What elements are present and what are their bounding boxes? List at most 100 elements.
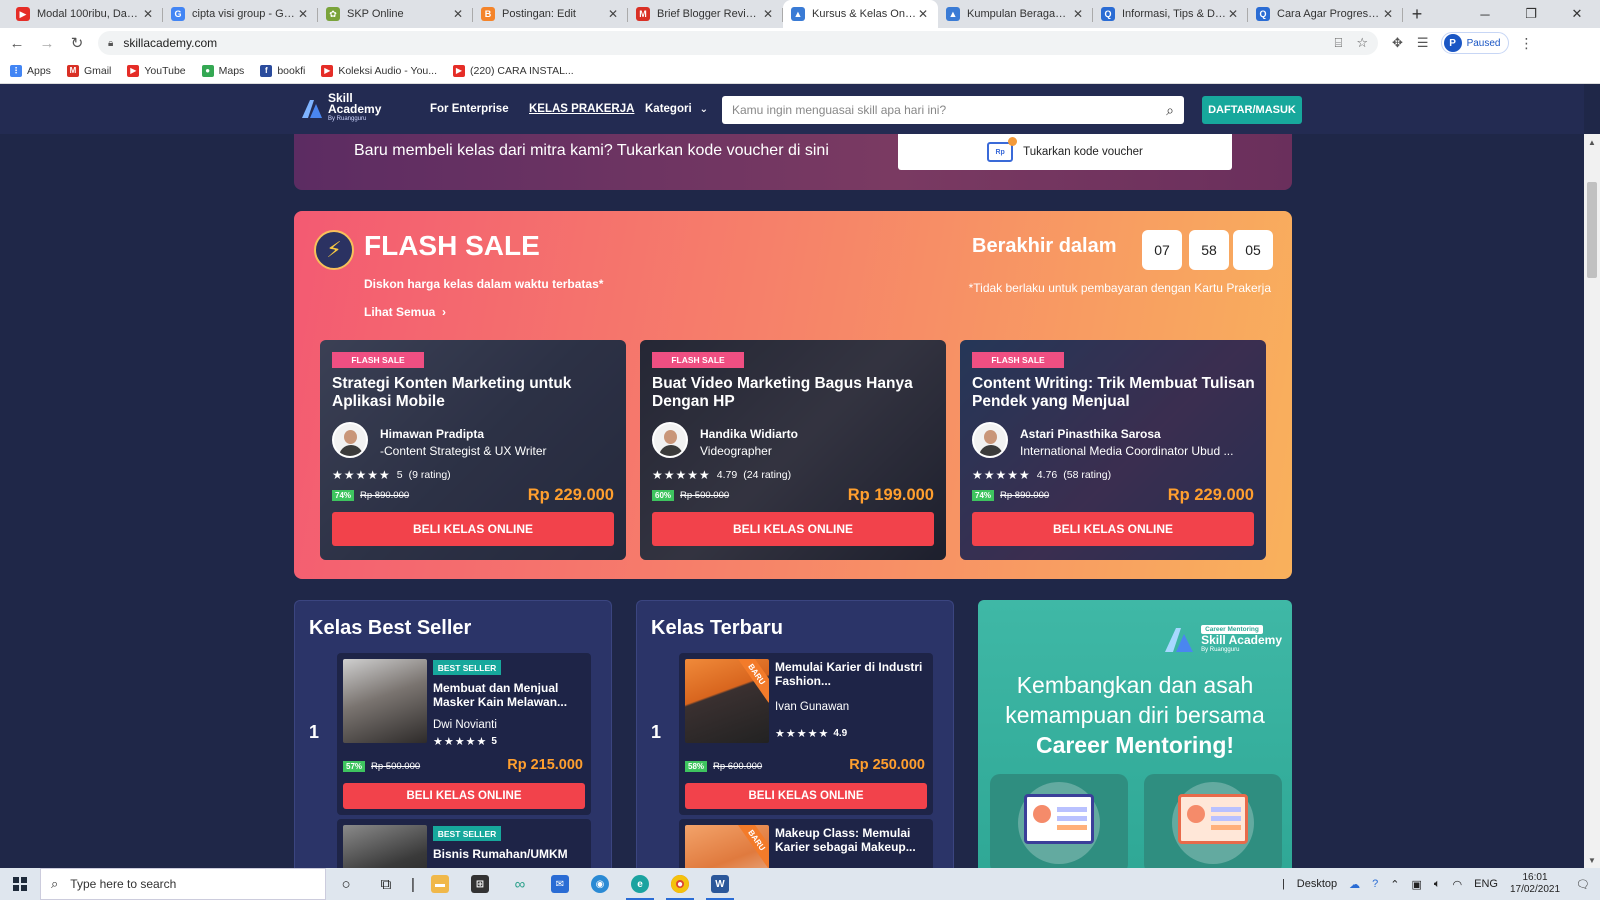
start-button[interactable] xyxy=(0,868,40,900)
scroll-down-icon[interactable]: ▼ xyxy=(1584,852,1600,868)
skill-academy-logo[interactable]: Skill Academy By Ruangguru xyxy=(300,92,388,123)
list-item[interactable]: BEST SELLER Bisnis Rumahan/UMKM xyxy=(337,819,591,868)
notifications-icon[interactable]: 🗨︎ xyxy=(1576,878,1590,891)
daftar-masuk-button[interactable]: DAFTAR/MASUK xyxy=(1202,96,1302,124)
discount-info: 60% Rp 500.000 xyxy=(652,490,729,501)
course-title[interactable]: Memulai Karier di Industri Fashion... xyxy=(775,660,925,688)
scroll-up-icon[interactable]: ▲ xyxy=(1584,134,1600,150)
course-title[interactable]: Content Writing: Trik Membuat Tulisan Pe… xyxy=(972,375,1258,411)
nav-for-enterprise[interactable]: For Enterprise xyxy=(430,84,509,134)
profile-button[interactable]: P Paused xyxy=(1440,32,1510,54)
course-title[interactable]: Strategi Konten Marketing untuk Aplikasi… xyxy=(332,375,618,411)
flash-sale-card[interactable]: FLASH SALE Content Writing: Trik Membuat… xyxy=(960,340,1266,560)
close-tab-icon[interactable]: ✕ xyxy=(141,7,155,21)
forward-icon[interactable]: → xyxy=(34,30,60,56)
tab-title: cipta visi group - Goog xyxy=(192,8,296,20)
file-explorer-icon[interactable]: ▬ xyxy=(420,868,460,900)
infinity-app-icon[interactable]: ∞ xyxy=(500,868,540,900)
see-all-link[interactable]: Lihat Semua › xyxy=(364,305,446,319)
browser-tab[interactable]: M Brief Blogger Review Sk✕ xyxy=(628,0,783,28)
close-tab-icon[interactable]: ✕ xyxy=(296,7,310,21)
close-tab-icon[interactable]: ✕ xyxy=(1071,7,1085,21)
tray-chevron-icon[interactable]: ⌃ xyxy=(1390,878,1399,891)
address-bar[interactable]: 🔒︎ skillacademy.com ⌸ ☆ xyxy=(98,31,1378,55)
chrome-icon[interactable]: ● xyxy=(660,868,700,900)
bookmark-item[interactable]: ▶ YouTube xyxy=(127,64,186,77)
buy-course-button[interactable]: BELI KELAS ONLINE xyxy=(685,783,927,809)
course-title[interactable]: Buat Video Marketing Bagus Hanya Dengan … xyxy=(652,375,938,411)
career-mentoring-banner[interactable]: Career Mentoring Skill Academy By Ruangg… xyxy=(978,600,1292,868)
store-icon[interactable]: ⊞ xyxy=(460,868,500,900)
close-tab-icon[interactable]: ✕ xyxy=(916,7,930,21)
mail-icon[interactable]: ✉ xyxy=(540,868,580,900)
new-tab-button[interactable]: + xyxy=(1403,0,1431,28)
list-item[interactable]: BEST SELLER Membuat dan Menjual Masker K… xyxy=(337,653,591,815)
reading-list-icon[interactable]: ☰ xyxy=(1417,35,1429,51)
discount-badge: 74% xyxy=(332,490,355,501)
task-view-icon[interactable]: ⧉ xyxy=(366,868,406,900)
buy-course-button[interactable]: BELI KELAS ONLINE xyxy=(332,512,614,546)
page-scrollbar[interactable]: ▲ ▼ xyxy=(1584,134,1600,868)
bookmark-item[interactable]: M Gmail xyxy=(66,64,111,77)
bookmark-item[interactable]: f bookfi xyxy=(260,64,305,77)
flash-sale-card[interactable]: FLASH SALE Buat Video Marketing Bagus Ha… xyxy=(640,340,946,560)
desktop-toolbar[interactable]: Desktop xyxy=(1297,878,1337,890)
browser-tab[interactable]: Q Informasi, Tips & Dafta ✕ xyxy=(1093,0,1248,28)
cloud-app-icon[interactable]: ◉ xyxy=(580,868,620,900)
scroll-thumb[interactable] xyxy=(1587,182,1597,278)
list-item[interactable]: BARU Memulai Karier di Industri Fashion.… xyxy=(679,653,933,815)
browser-tab[interactable]: Q Cara Agar Progress Kel✕ xyxy=(1248,0,1403,28)
close-tab-icon[interactable]: ✕ xyxy=(451,7,465,21)
clock[interactable]: 16:01 17/02/2021 xyxy=(1510,872,1560,896)
countdown-seconds: 05 xyxy=(1233,230,1273,270)
browser-tab[interactable]: Gcipta visi group - Goog ✕ xyxy=(163,0,318,28)
browser-tab[interactable]: ▲ Kumpulan Beragam Tip ✕ xyxy=(938,0,1093,28)
close-tab-icon[interactable]: ✕ xyxy=(606,7,620,21)
nav-kelas-prakerja[interactable]: KELAS PRAKERJA xyxy=(529,84,634,134)
cortana-icon[interactable]: ○ xyxy=(326,868,366,900)
list-item[interactable]: BARU Makeup Class: Memulai Karier sebaga… xyxy=(679,819,933,868)
search-icon[interactable]: ⌕ xyxy=(1166,102,1174,119)
search-input[interactable] xyxy=(732,103,1167,117)
browser-tab[interactable]: ▲ Kursus & Kelas Online ✕ xyxy=(783,0,938,28)
bookmark-item[interactable]: ▶ Koleksi Audio - You... xyxy=(321,64,437,77)
buy-course-button[interactable]: BELI KELAS ONLINE xyxy=(343,783,585,809)
bookmark-star-icon[interactable]: ☆ xyxy=(1356,35,1368,51)
word-icon[interactable]: W xyxy=(700,868,740,900)
close-window-icon[interactable]: ✕ xyxy=(1554,0,1600,28)
network-icon[interactable]: ▣ xyxy=(1412,878,1422,891)
browser-toolbar: ← → ↻ 🔒︎ skillacademy.com ⌸ ☆ ✥ ☰ P Paus… xyxy=(0,28,1600,58)
help-icon[interactable]: ? xyxy=(1372,878,1378,890)
bookmark-item[interactable]: ● Maps xyxy=(201,64,244,77)
course-title[interactable]: Membuat dan Menjual Masker Kain Melawan.… xyxy=(433,681,583,709)
course-title[interactable]: Bisnis Rumahan/UMKM xyxy=(433,847,583,861)
taskbar-search[interactable]: ⌕ Type here to search xyxy=(40,868,326,900)
buy-course-button[interactable]: BELI KELAS ONLINE xyxy=(652,512,934,546)
close-tab-icon[interactable]: ✕ xyxy=(1226,7,1240,21)
reload-icon[interactable]: ↻ xyxy=(64,30,90,56)
nav-kategori[interactable]: Kategori ⌄ xyxy=(645,84,708,134)
language-indicator[interactable]: ENG xyxy=(1474,878,1498,890)
volume-icon[interactable]: 🔈︎ xyxy=(1434,878,1441,891)
bookmark-item[interactable]: ▶ (220) CARA INSTAL... xyxy=(453,64,574,77)
buy-course-button[interactable]: BELI KELAS ONLINE xyxy=(972,512,1254,546)
onedrive-icon[interactable]: ☁ xyxy=(1349,878,1360,891)
wifi-icon[interactable]: ◠ xyxy=(1453,878,1463,891)
back-icon[interactable]: ← xyxy=(4,30,30,56)
redeem-voucher-button[interactable]: Rp Tukarkan kode voucher xyxy=(898,134,1232,170)
url-text[interactable]: skillacademy.com xyxy=(123,36,1320,50)
browser-tab[interactable]: B Postingan: Edit ✕ xyxy=(473,0,628,28)
bookmark-item[interactable]: ⋮ Apps xyxy=(10,64,51,77)
close-tab-icon[interactable]: ✕ xyxy=(761,7,775,21)
close-tab-icon[interactable]: ✕ xyxy=(1381,7,1395,21)
translate-icon[interactable]: ⌸ xyxy=(1335,35,1343,51)
restore-icon[interactable]: ❐ xyxy=(1508,0,1554,28)
flash-sale-card[interactable]: FLASH SALE Strategi Konten Marketing unt… xyxy=(320,340,626,560)
edge-icon[interactable]: e xyxy=(620,868,660,900)
menu-kebab-icon[interactable]: ⋮ xyxy=(1519,35,1533,52)
browser-tab[interactable]: ✿ SKP Online ✕ xyxy=(318,0,473,28)
course-title[interactable]: Makeup Class: Memulai Karier sebagai Mak… xyxy=(775,826,925,854)
minimize-icon[interactable]: ─ xyxy=(1462,0,1508,28)
browser-tab[interactable]: ▶ Modal 100ribu, Dapatk ✕ xyxy=(8,0,163,28)
extensions-icon[interactable]: ✥ xyxy=(1392,35,1403,51)
